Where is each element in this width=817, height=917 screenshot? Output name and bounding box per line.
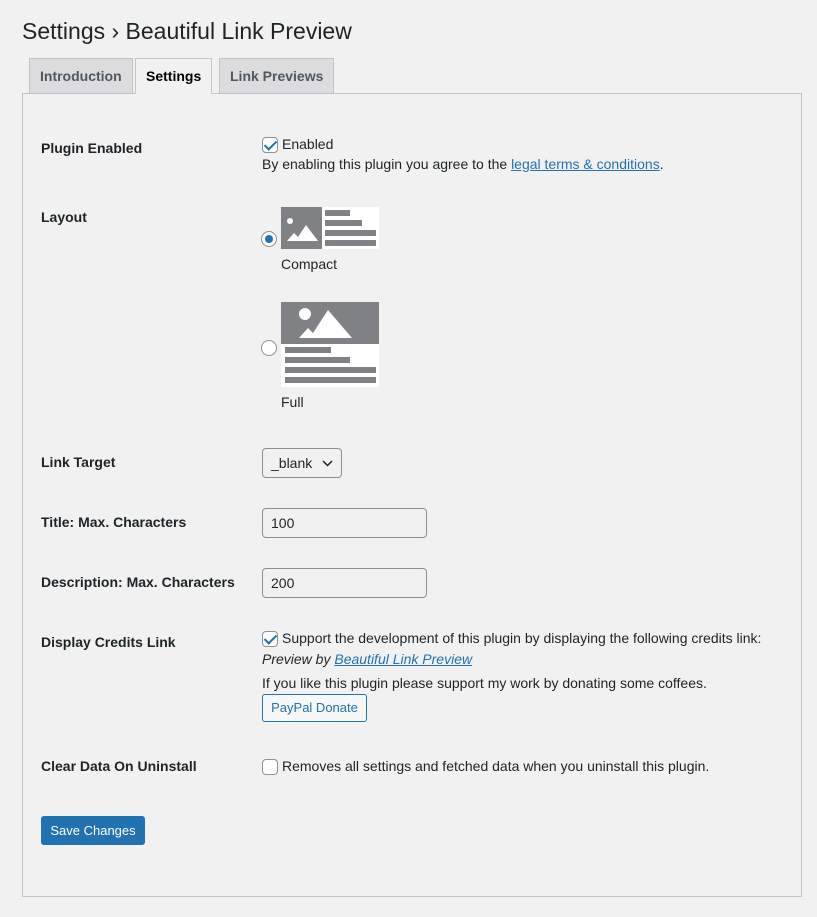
title-max-input[interactable] (262, 508, 427, 538)
terms-link[interactable]: legal terms & conditions (511, 156, 660, 172)
plugin-enabled-checkbox-label: Enabled (282, 136, 334, 152)
terms-suffix: . (659, 156, 664, 172)
clear-data-label: Clear Data On Uninstall (41, 758, 197, 774)
terms-text: By enabling this plugin you agree to the… (262, 156, 664, 172)
layout-label: Layout (41, 209, 87, 225)
credits-preview-link[interactable]: Beautiful Link Preview (334, 651, 472, 667)
link-target-label: Link Target (41, 454, 116, 470)
link-target-value: _blank (271, 455, 313, 471)
desc-max-input[interactable] (262, 568, 427, 598)
save-changes-button[interactable]: Save Changes (41, 816, 145, 845)
clear-data-checkbox[interactable] (262, 759, 278, 775)
tab-link-previews[interactable]: Link Previews (219, 58, 335, 94)
full-layout-icon[interactable] (281, 302, 379, 387)
plugin-enabled-label: Plugin Enabled (41, 140, 143, 156)
compact-layout-icon[interactable] (281, 207, 379, 249)
layout-full-radio[interactable] (261, 340, 277, 356)
credits-label: Display Credits Link (41, 634, 176, 650)
paypal-donate-button[interactable]: PayPal Donate (262, 694, 367, 722)
donate-text: If you like this plugin please support m… (262, 675, 707, 691)
title-max-label: Title: Max. Characters (41, 514, 187, 530)
preview-prefix: Preview by (262, 651, 335, 667)
desc-max-label: Description: Max. Characters (41, 574, 235, 590)
credits-checkbox[interactable] (262, 631, 278, 647)
settings-panel (22, 93, 802, 897)
plugin-enabled-checkbox[interactable] (262, 137, 278, 153)
tab-settings[interactable]: Settings (135, 58, 213, 94)
link-target-select[interactable]: _blank (262, 448, 342, 478)
tab-introduction[interactable]: Introduction (29, 58, 133, 94)
credits-checkbox-label: Support the development of this plugin b… (282, 630, 762, 646)
credits-preview: Preview by Beautiful Link Preview (262, 651, 472, 667)
page-title: Settings › Beautiful Link Preview (22, 18, 352, 44)
layout-full-label: Full (281, 394, 304, 410)
chevron-down-icon (322, 460, 333, 467)
layout-compact-label: Compact (281, 256, 338, 272)
terms-prefix: By enabling this plugin you agree to the (262, 156, 512, 172)
layout-compact-radio[interactable] (261, 231, 277, 247)
clear-data-checkbox-label: Removes all settings and fetched data wh… (282, 758, 710, 774)
